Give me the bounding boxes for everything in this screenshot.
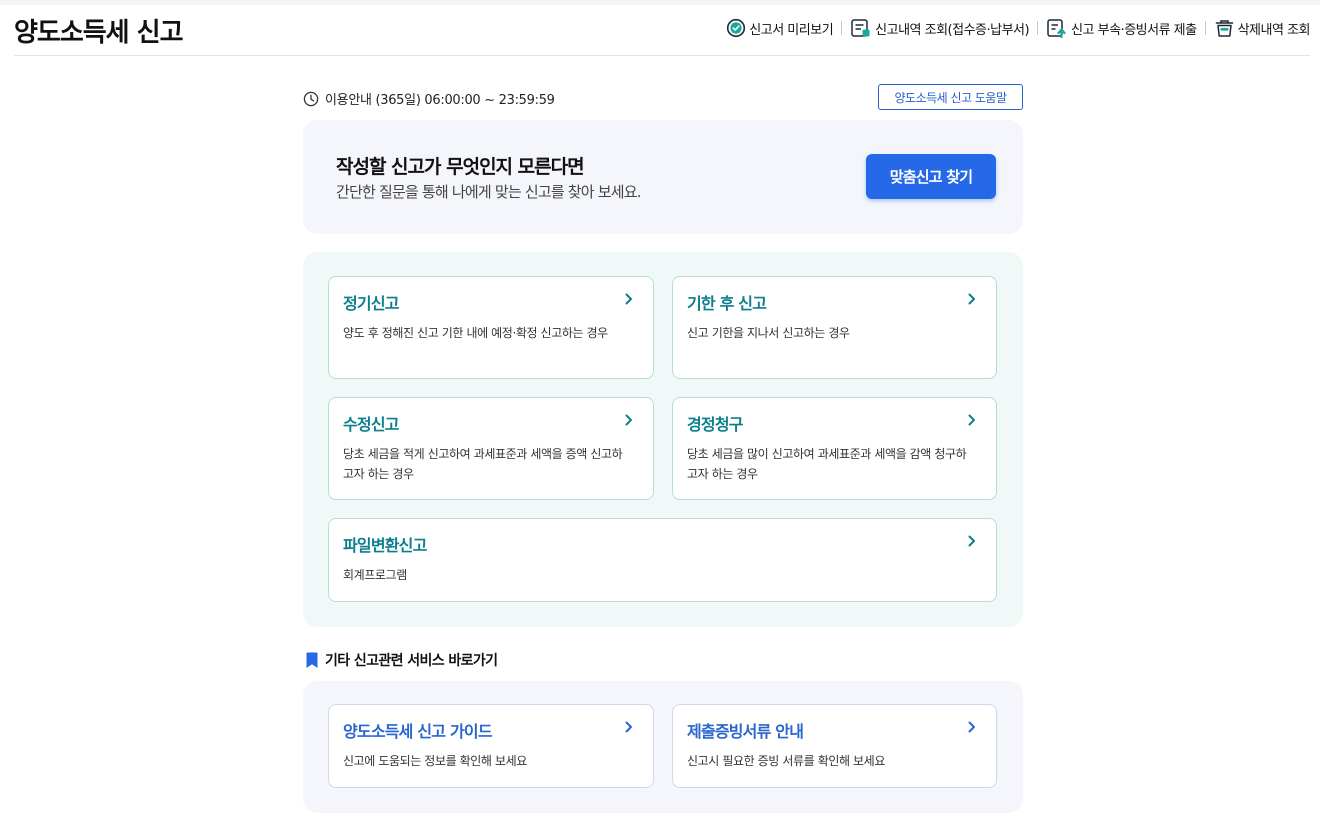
card-desc: 당초 세금을 많이 신고하여 과세표준과 세액을 감액 청구하고자 하는 경우 [687,447,967,481]
page-title: 양도소득세 신고 [14,18,183,48]
service-hours-text: 이용안내 (365일) 06:00:00 ~ 23:59:59 [325,93,555,108]
nav-deleted-label: 삭제내역 조회 [1237,22,1311,38]
card-desc: 회계프로그램 [343,568,407,582]
nav-divider [841,21,843,35]
document-list-icon [851,19,870,37]
chevron-right-icon [968,535,975,547]
other-services-title: 기타 신고관련 서비스 바로가기 [325,653,498,669]
page-header: 양도소득세 신고 신고서 미리보기 신고내역 조회(접수증·납부서) 신고 부속… [14,5,1311,56]
card-correction-claim[interactable]: 경정청구 당초 세금을 많이 신고하여 과세표준과 세액을 감액 청구하고자 하… [672,397,997,500]
card-amended-report[interactable]: 수정신고 당초 세금을 적게 신고하여 과세표준과 세액을 증액 신고하고자 하… [328,397,654,500]
bookmark-icon [306,652,318,668]
clock-icon [303,91,319,106]
card-title: 경정청구 [687,415,743,434]
help-button[interactable]: 양도소득세 신고 도움말 [878,84,1023,110]
chevron-right-icon [625,721,632,733]
nav-submit-docs[interactable]: 신고 부속·증빙서류 제출 [1046,18,1197,38]
chevron-right-icon [625,293,632,305]
other-services-panel: 양도소득세 신고 가이드 신고에 도움되는 정보를 확인해 보세요 제출증빙서류… [303,681,1023,813]
card-title: 파일변환신고 [343,536,427,555]
card-desc: 신고에 도움되는 정보를 확인해 보세요 [343,754,527,768]
nav-history-label: 신고내역 조회(접수증·납부서) [875,22,1030,38]
nav-deleted[interactable]: 삭제내역 조회 [1214,18,1311,38]
nav-submit-docs-label: 신고 부속·증빙서류 제출 [1071,22,1197,38]
card-desc: 당초 세금을 적게 신고하여 과세표준과 세액을 증액 신고하고자 하는 경우 [343,447,623,481]
find-custom-report-button[interactable]: 맞춤신고 찾기 [866,154,996,199]
card-title: 기한 후 신고 [687,294,767,313]
card-desc: 신고시 필요한 증빙 서류를 확인해 보세요 [687,754,885,768]
card-report-guide[interactable]: 양도소득세 신고 가이드 신고에 도움되는 정보를 확인해 보세요 [328,704,654,788]
chevron-right-icon [968,414,975,426]
nav-divider [1204,21,1206,35]
card-title: 양도소득세 신고 가이드 [343,722,493,741]
card-title: 정기신고 [343,294,399,313]
custom-report-banner: 작성할 신고가 무엇인지 모른다면 간단한 질문을 통해 나에게 맞는 신고를 … [303,120,1023,234]
report-types-panel: 정기신고 양도 후 정해진 신고 기한 내에 예정·확정 신고하는 경우 기한 … [303,252,1023,627]
card-title: 수정신고 [343,415,399,434]
header-nav: 신고서 미리보기 신고내역 조회(접수증·납부서) 신고 부속·증빙서류 제출 [726,18,1311,38]
card-evidence-docs-guide[interactable]: 제출증빙서류 안내 신고시 필요한 증빙 서류를 확인해 보세요 [672,704,997,788]
card-title: 제출증빙서류 안내 [687,722,804,741]
card-desc: 신고 기한을 지나서 신고하는 경우 [687,326,850,340]
banner-title: 작성할 신고가 무엇인지 모른다면 [336,156,585,178]
preview-check-icon [727,18,746,38]
document-upload-icon [1047,19,1066,38]
chevron-right-icon [625,414,632,426]
chevron-right-icon [968,293,975,305]
nav-preview[interactable]: 신고서 미리보기 [726,18,834,38]
card-late-report[interactable]: 기한 후 신고 신고 기한을 지나서 신고하는 경우 [672,276,997,379]
chevron-right-icon [968,721,975,733]
card-regular-report[interactable]: 정기신고 양도 후 정해진 신고 기한 내에 예정·확정 신고하는 경우 [328,276,654,379]
banner-subtitle: 간단한 질문을 통해 나에게 맞는 신고를 찾아 보세요. [336,183,642,201]
card-file-conversion-report[interactable]: 파일변환신고 회계프로그램 [328,518,997,602]
other-services-heading: 기타 신고관련 서비스 바로가기 [305,650,498,670]
service-hours: 이용안내 (365일) 06:00:00 ~ 23:59:59 [303,89,555,108]
nav-preview-label: 신고서 미리보기 [749,22,834,38]
card-desc: 양도 후 정해진 신고 기한 내에 예정·확정 신고하는 경우 [343,326,608,340]
nav-divider [1037,21,1039,35]
nav-history[interactable]: 신고내역 조회(접수증·납부서) [850,18,1030,38]
trash-icon [1215,20,1233,37]
